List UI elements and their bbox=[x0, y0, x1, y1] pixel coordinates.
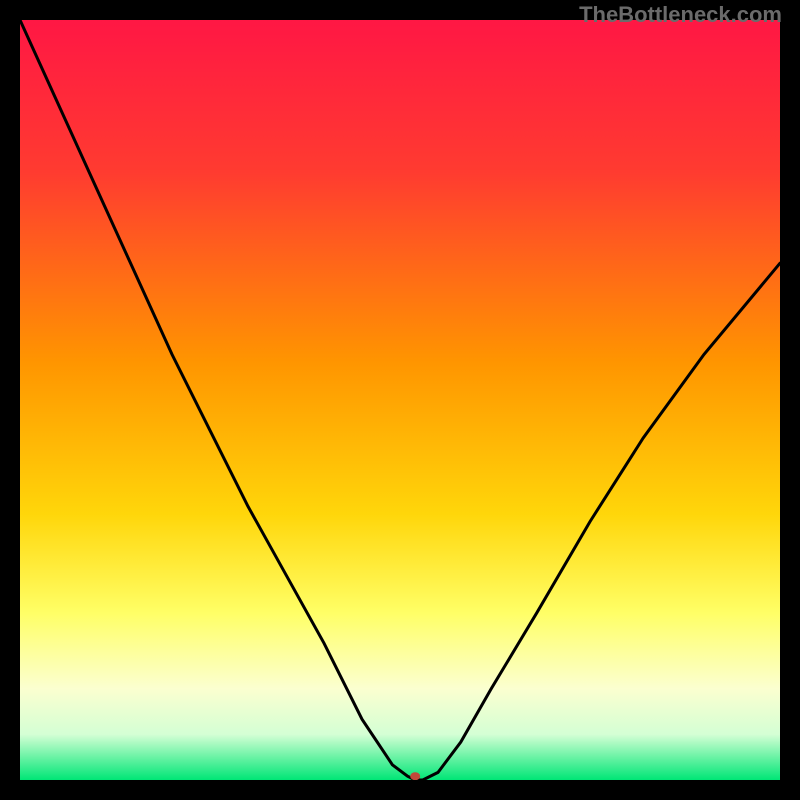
optimal-marker bbox=[410, 772, 420, 780]
plot-area bbox=[20, 20, 780, 780]
watermark-text: TheBottleneck.com bbox=[579, 2, 782, 28]
chart-container: TheBottleneck.com bbox=[0, 0, 800, 800]
gradient-background bbox=[20, 20, 780, 780]
chart-svg bbox=[20, 20, 780, 780]
